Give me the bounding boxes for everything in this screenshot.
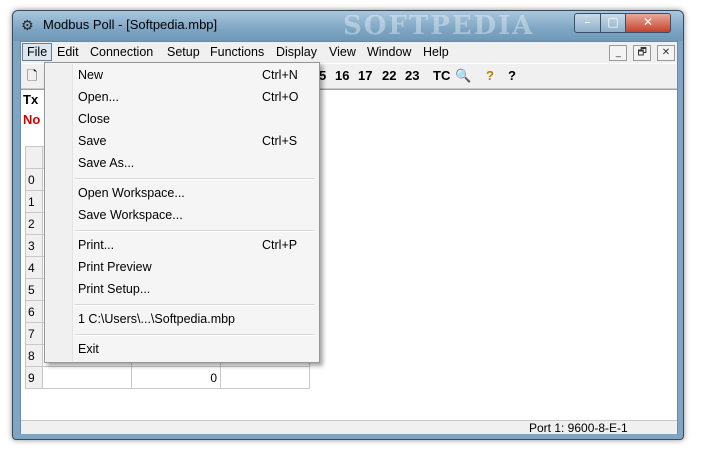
table-cell[interactable] [42, 366, 132, 389]
menu-item-label: Save Workspace... [78, 208, 183, 222]
menu-item-label: Save As... [78, 156, 135, 170]
menu-setup[interactable]: Setup [163, 44, 204, 60]
menu-item-save[interactable]: Save Ctrl+S [46, 131, 318, 151]
minimize-button[interactable]: – [574, 13, 601, 33]
row-index: 2 [25, 212, 43, 235]
menu-help[interactable]: Help [419, 44, 453, 60]
title-bar[interactable]: ⚙ Modbus Poll - [Softpedia.mbp] SOFTPEDI… [13, 11, 683, 41]
maximize-button[interactable]: □ [600, 13, 626, 33]
status-bar: Port 1: 9600-8-E-1 [21, 420, 677, 435]
menu-item-save-as[interactable]: Save As... [46, 153, 318, 173]
menu-item-recent-file[interactable]: 1 C:\Users\...\Softpedia.mbp [46, 309, 318, 329]
connection-status: No [23, 112, 41, 127]
magnifier-icon[interactable]: 🔍 [455, 67, 471, 85]
row-index: 0 [25, 168, 43, 191]
port-status: Port 1: 9600-8-E-1 [529, 421, 628, 435]
toolbar-fc-17-button[interactable]: 17 [358, 67, 372, 85]
toolbar-fc-05-button[interactable]: 5 [319, 67, 326, 85]
menu-file[interactable]: File [22, 43, 53, 61]
toolbar-fc-22-button[interactable]: 22 [382, 67, 396, 85]
menu-item-label: Close [78, 112, 110, 126]
menu-item-shortcut: Ctrl+S [262, 134, 298, 148]
menu-item-label: Exit [78, 342, 99, 356]
menu-item-open-workspace[interactable]: Open Workspace... [46, 183, 318, 203]
menu-display[interactable]: Display [272, 44, 321, 60]
menu-item-shortcut: Ctrl+P [262, 238, 298, 252]
menu-edit[interactable]: Edit [53, 44, 83, 60]
mdi-minimize-button[interactable]: _ [609, 45, 628, 61]
menu-window[interactable]: Window [363, 44, 415, 60]
menu-connection[interactable]: Connection [86, 44, 157, 60]
row-index: 5 [25, 278, 43, 301]
close-button[interactable]: ✕ [625, 13, 671, 33]
tx-counter: Tx [23, 92, 39, 107]
menu-item-label: Print... [78, 238, 115, 252]
corner-header [25, 146, 43, 169]
menu-item-close[interactable]: Close [46, 109, 318, 129]
menu-item-print-preview[interactable]: Print Preview [46, 257, 318, 277]
menu-item-new[interactable]: New Ctrl+N [46, 65, 318, 85]
table-row[interactable]: 90 [25, 366, 310, 389]
table-cell[interactable] [220, 366, 310, 389]
row-index: 4 [25, 256, 43, 279]
help-button[interactable]: ? [486, 67, 494, 85]
modbus-app-icon[interactable]: ⚙ [21, 18, 37, 34]
menu-view[interactable]: View [325, 44, 360, 60]
menu-separator [75, 304, 315, 306]
menu-item-shortcut: Ctrl+O [262, 90, 299, 104]
row-index: 6 [25, 300, 43, 323]
menu-item-print-setup[interactable]: Print Setup... [46, 279, 318, 299]
watermark: SOFTPEDIA [343, 11, 535, 41]
menu-separator [75, 230, 315, 232]
menu-functions[interactable]: Functions [206, 44, 268, 60]
toolbar-fc-16-button[interactable]: 16 [335, 67, 349, 85]
menu-item-label: Print Setup... [78, 282, 151, 296]
row-index: 8 [25, 344, 43, 367]
mdi-restore-button[interactable]: 🗗 [633, 45, 652, 61]
menu-item-label: Open... [78, 90, 119, 104]
menu-item-label: 1 C:\Users\...\Softpedia.mbp [78, 312, 236, 326]
row-index: 1 [25, 190, 43, 213]
row-index: 9 [25, 366, 43, 389]
toolbar-tc-button[interactable]: TC [433, 67, 450, 85]
row-index: 7 [25, 322, 43, 345]
window-title: Modbus Poll - [Softpedia.mbp] [43, 17, 218, 32]
mdi-close-button[interactable]: ✕ [657, 45, 675, 61]
menu-separator [75, 178, 315, 180]
context-help-button[interactable]: ? [508, 67, 516, 85]
menu-item-exit[interactable]: Exit [46, 339, 318, 359]
menu-item-print[interactable]: Print... Ctrl+P [46, 235, 318, 255]
toolbar-fc-23-button[interactable]: 23 [405, 67, 419, 85]
menu-item-shortcut: Ctrl+N [262, 68, 298, 82]
menu-item-label: Print Preview [78, 260, 152, 274]
menu-item-open[interactable]: Open... Ctrl+O [46, 87, 318, 107]
menu-item-label: Open Workspace... [78, 186, 185, 200]
menu-item-label: New [78, 68, 104, 82]
row-index: 3 [25, 234, 43, 257]
table-cell[interactable]: 0 [131, 366, 221, 389]
mdi-controls: _ 🗗 ✕ [607, 44, 675, 61]
menu-bar: File Edit Connection Setup Functions Dis… [21, 42, 677, 62]
menu-item-label: Save [78, 134, 107, 148]
menu-separator [75, 334, 315, 336]
file-menu-dropdown: New Ctrl+N Open... Ctrl+O Close Save Ctrl+S… [44, 62, 320, 363]
new-document-icon[interactable]: 🗋 [27, 67, 37, 85]
menu-item-save-workspace[interactable]: Save Workspace... [46, 205, 318, 225]
